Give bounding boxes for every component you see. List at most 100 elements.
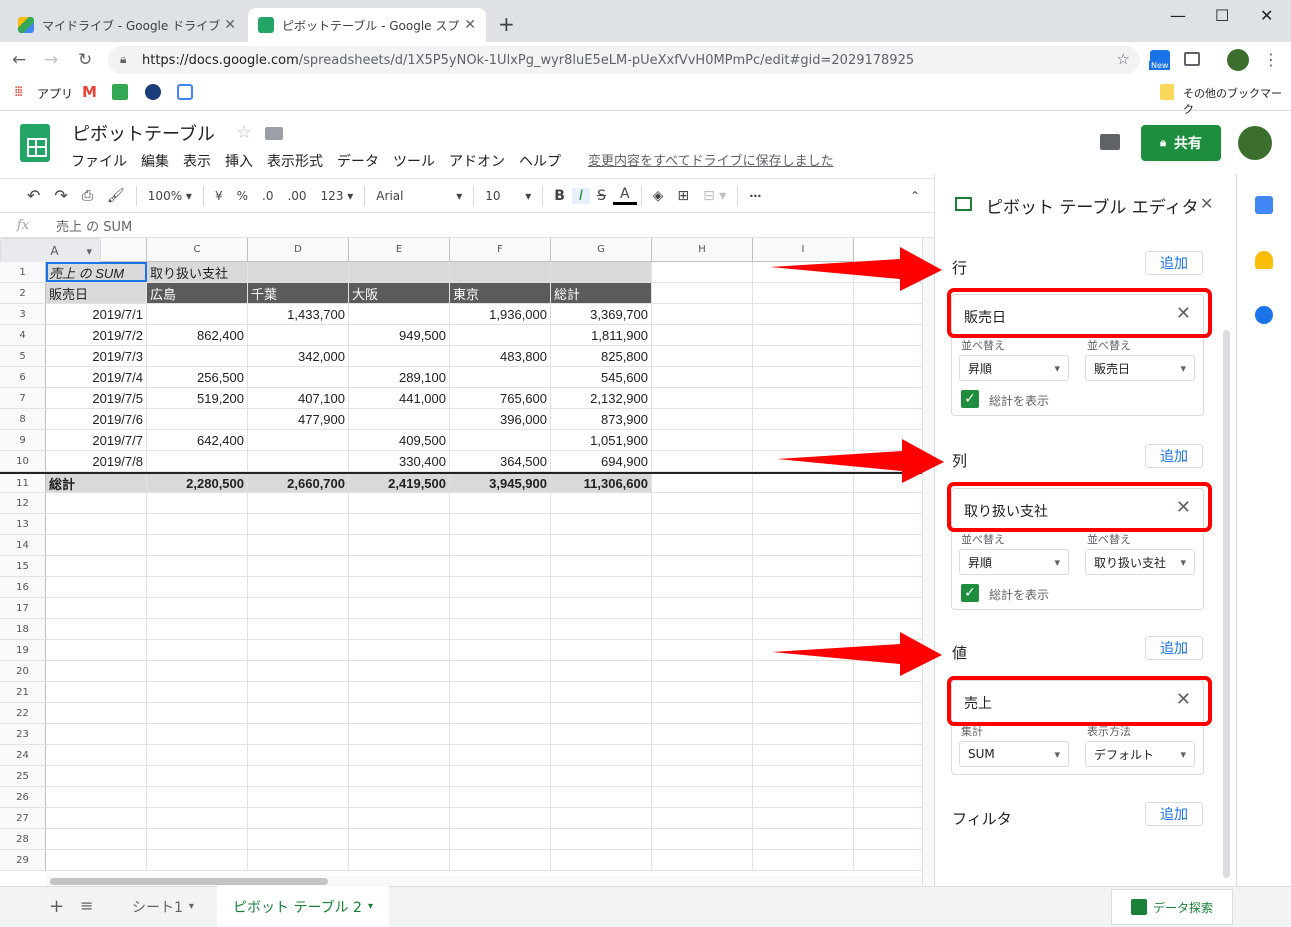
- grid-cell[interactable]: 342,000: [248, 346, 349, 366]
- reload-icon[interactable]: ↻: [78, 50, 92, 70]
- add-value-button[interactable]: 追加: [1145, 636, 1203, 660]
- grid-cell[interactable]: [248, 577, 349, 597]
- cast-icon[interactable]: [1184, 52, 1200, 66]
- row-header[interactable]: 21: [0, 682, 46, 702]
- font-size-select[interactable]: 10 ▾: [478, 189, 538, 203]
- grid-cell[interactable]: [652, 724, 753, 744]
- grid-cell[interactable]: [450, 745, 551, 765]
- grid-cell[interactable]: [652, 514, 753, 534]
- grid-cell[interactable]: [753, 682, 854, 702]
- grid-cell[interactable]: [349, 556, 450, 576]
- grid-cell[interactable]: [450, 430, 551, 450]
- print-icon[interactable]: ⎙: [75, 188, 100, 204]
- extension-icon[interactable]: New: [1149, 50, 1171, 70]
- grid-cell[interactable]: [753, 703, 854, 723]
- grid-cell[interactable]: [854, 850, 922, 870]
- row-header[interactable]: 18: [0, 619, 46, 639]
- grid-cell[interactable]: [46, 808, 147, 828]
- column-header[interactable]: H: [652, 238, 753, 262]
- grid-cell[interactable]: [147, 535, 248, 555]
- grid-cell[interactable]: [753, 514, 854, 534]
- grid-cell[interactable]: [753, 724, 854, 744]
- chevron-down-icon[interactable]: ▾: [189, 901, 194, 912]
- show-as-select[interactable]: デフォルト: [1085, 741, 1195, 767]
- row-header[interactable]: 19: [0, 640, 46, 660]
- grid-cell[interactable]: [450, 493, 551, 513]
- grid-cell[interactable]: [450, 556, 551, 576]
- grid-cell[interactable]: [652, 535, 753, 555]
- grid-cell[interactable]: [551, 262, 652, 282]
- grid-cell[interactable]: [753, 745, 854, 765]
- grid-cell[interactable]: [349, 304, 450, 324]
- menu-data[interactable]: データ: [337, 151, 379, 171]
- grid-cell[interactable]: [46, 598, 147, 618]
- grid-cell[interactable]: [753, 598, 854, 618]
- grid-cell[interactable]: [349, 808, 450, 828]
- grid-cell[interactable]: 441,000: [349, 388, 450, 408]
- grid-cell[interactable]: [349, 619, 450, 639]
- bookmark-icon[interactable]: [177, 84, 193, 100]
- grid-cell[interactable]: [753, 766, 854, 786]
- grid-cell[interactable]: [349, 493, 450, 513]
- grid-cell[interactable]: [248, 262, 349, 282]
- grid-cell[interactable]: 3,945,900: [450, 474, 551, 492]
- grid-cell[interactable]: [248, 661, 349, 681]
- tasks-icon[interactable]: [1255, 306, 1273, 324]
- row-header[interactable]: 8: [0, 409, 46, 429]
- grid-cell[interactable]: [147, 409, 248, 429]
- grid-cell[interactable]: [753, 325, 854, 345]
- grid-cell[interactable]: [46, 640, 147, 660]
- grid-cell[interactable]: [854, 367, 922, 387]
- grid-cell[interactable]: [652, 367, 753, 387]
- grid-cell[interactable]: 3,369,700: [551, 304, 652, 324]
- grid-cell[interactable]: [349, 703, 450, 723]
- grid-cell[interactable]: 2,419,500: [349, 474, 450, 492]
- grid-cell[interactable]: [349, 850, 450, 870]
- grid-cell[interactable]: [450, 850, 551, 870]
- grid-cell[interactable]: [147, 808, 248, 828]
- grid-cell[interactable]: [854, 325, 922, 345]
- font-select[interactable]: Arial ▾: [369, 189, 469, 203]
- grid-cell[interactable]: 407,100: [248, 388, 349, 408]
- minimize-icon[interactable]: —: [1170, 6, 1186, 25]
- grid-cell[interactable]: [652, 556, 753, 576]
- row-header[interactable]: 1: [0, 262, 46, 282]
- grid-cell[interactable]: [147, 451, 248, 471]
- grid-cell[interactable]: [349, 262, 450, 282]
- menu-addons[interactable]: アドオン: [449, 151, 505, 171]
- grid-cell[interactable]: [46, 703, 147, 723]
- grid-cell[interactable]: [753, 787, 854, 807]
- grid-cell[interactable]: 2019/7/2: [46, 325, 147, 345]
- grid-cell[interactable]: 256,500: [147, 367, 248, 387]
- vertical-scrollbar[interactable]: [922, 238, 934, 886]
- grid-cell[interactable]: [349, 409, 450, 429]
- grid-cell[interactable]: [248, 598, 349, 618]
- row-header[interactable]: 20: [0, 661, 46, 681]
- sheets-logo-icon[interactable]: [20, 124, 50, 162]
- grid-cell[interactable]: [753, 850, 854, 870]
- fill-color-icon[interactable]: ◈: [646, 188, 671, 204]
- grid-cell[interactable]: [854, 514, 922, 534]
- grid-cell[interactable]: 409,500: [349, 430, 450, 450]
- star-icon[interactable]: ☆: [236, 122, 252, 143]
- grid-cell[interactable]: [248, 682, 349, 702]
- row-sort-by-select[interactable]: 販売日: [1085, 355, 1195, 381]
- grid-cell[interactable]: [46, 766, 147, 786]
- grid-cell[interactable]: [450, 262, 551, 282]
- grid-cell[interactable]: [450, 787, 551, 807]
- grid-cell[interactable]: [248, 367, 349, 387]
- grid-cell[interactable]: [854, 409, 922, 429]
- row-header[interactable]: 9: [0, 430, 46, 450]
- grid-cell[interactable]: [450, 325, 551, 345]
- grid-cell[interactable]: 1,433,700: [248, 304, 349, 324]
- grid-cell[interactable]: [652, 262, 753, 282]
- grid-cell[interactable]: 364,500: [450, 451, 551, 471]
- grid-cell[interactable]: [46, 556, 147, 576]
- currency-button[interactable]: ¥: [208, 189, 230, 203]
- row-header[interactable]: 11: [0, 474, 46, 492]
- grid-cell[interactable]: [652, 577, 753, 597]
- menu-format[interactable]: 表示形式: [267, 151, 323, 171]
- grid-cell[interactable]: [450, 724, 551, 744]
- number-format-select[interactable]: 123 ▾: [314, 189, 361, 203]
- row-header[interactable]: 16: [0, 577, 46, 597]
